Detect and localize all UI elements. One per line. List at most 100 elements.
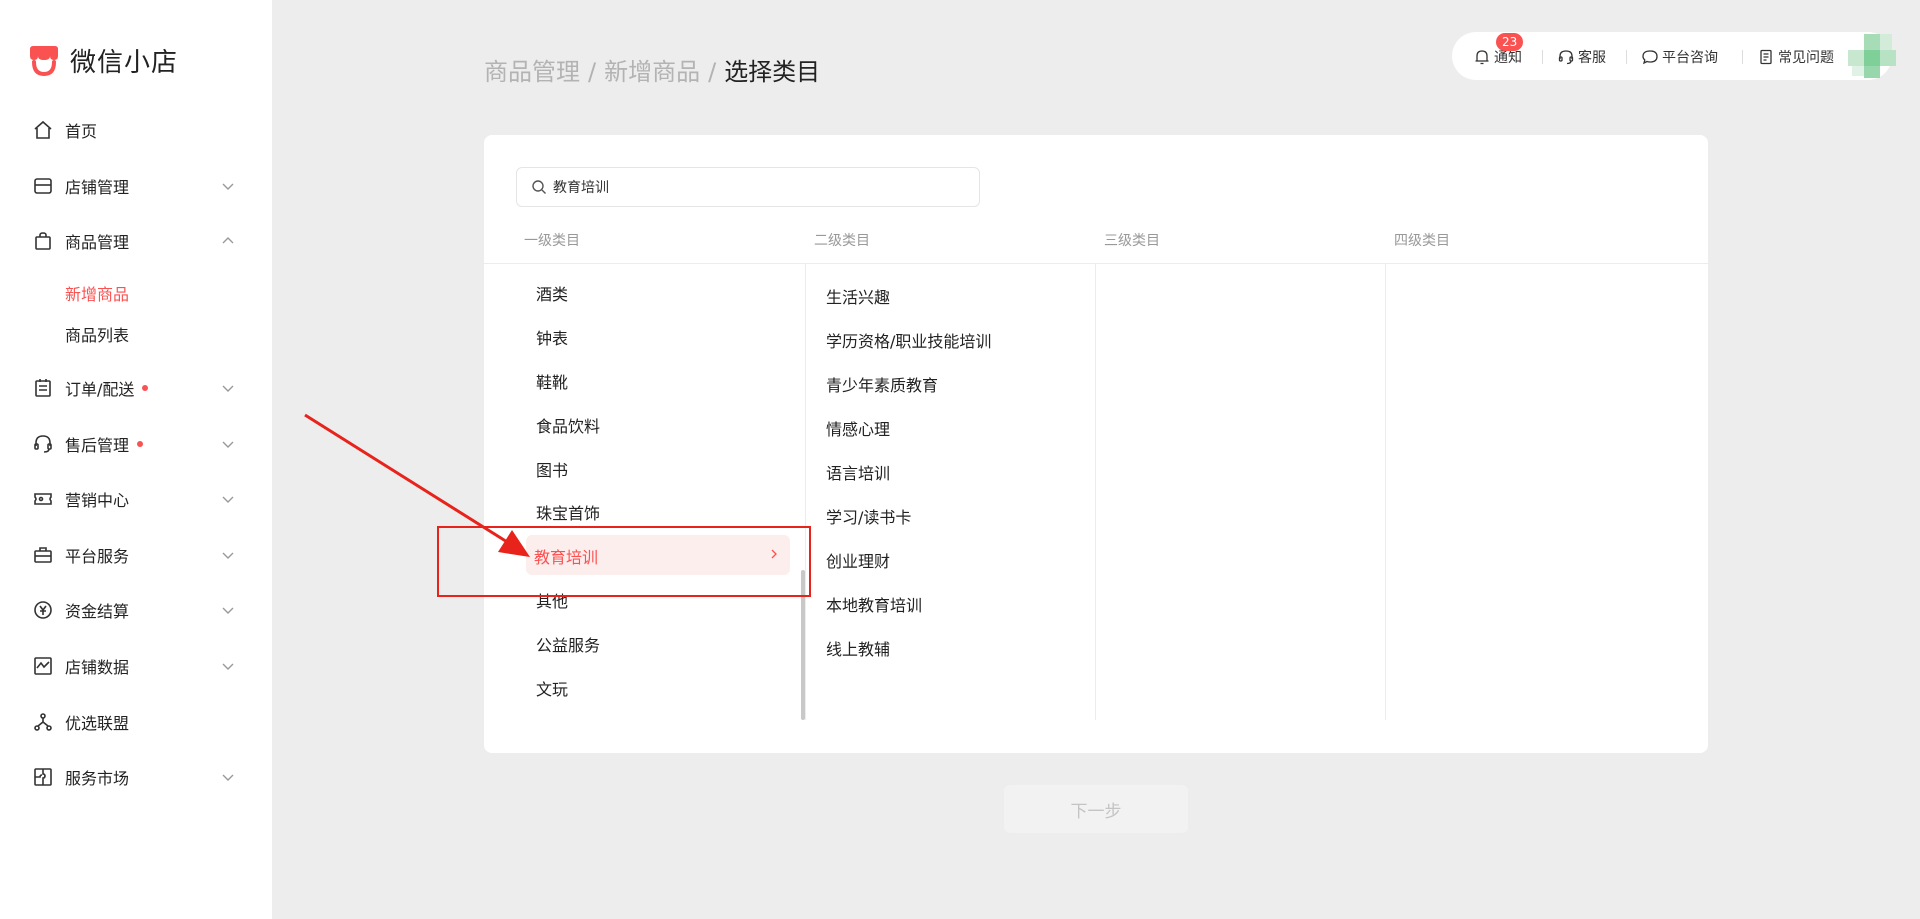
sidebar-item-settlement[interactable]: 资金结算 bbox=[0, 590, 272, 630]
breadcrumb-item[interactable]: 商品管理 bbox=[484, 58, 580, 86]
level2-category-item[interactable]: 创业理财 bbox=[826, 548, 890, 572]
sidebar-item-service-market[interactable]: 服务市场 bbox=[0, 757, 272, 797]
column-divider bbox=[805, 264, 806, 720]
puzzle-icon bbox=[32, 766, 54, 788]
headset-icon bbox=[32, 433, 54, 455]
sidebar-item-products[interactable]: 商品管理 bbox=[0, 221, 272, 261]
yuan-icon bbox=[32, 599, 54, 621]
level1-category-item[interactable]: 公益服务 bbox=[536, 632, 600, 656]
column-header-level3: 三级类目 bbox=[1104, 233, 1160, 249]
chevron-down-icon bbox=[222, 607, 234, 614]
faq-label: 常见问题 bbox=[1778, 50, 1834, 66]
sidebar-item-label: 店铺数据 bbox=[65, 658, 130, 677]
sidebar-item-store-data[interactable]: 店铺数据 bbox=[0, 646, 272, 686]
breadcrumb: 商品管理 / 新增商品 / 选择类目 bbox=[484, 52, 820, 87]
avatar[interactable] bbox=[1848, 34, 1896, 82]
column-divider bbox=[1385, 264, 1386, 720]
level2-category-item[interactable]: 线上教辅 bbox=[826, 636, 890, 660]
toolbar-divider bbox=[1742, 50, 1743, 64]
level1-category-item-selected[interactable]: 教育培训 bbox=[526, 535, 790, 575]
sidebar-item-label: 首页 bbox=[65, 122, 98, 141]
level2-category-item[interactable]: 学习/读书卡 bbox=[826, 504, 911, 528]
level1-category-item[interactable]: 珠宝首饰 bbox=[536, 500, 600, 524]
chevron-down-icon bbox=[222, 183, 234, 190]
chevron-down-icon bbox=[222, 774, 234, 781]
order-icon bbox=[32, 377, 54, 399]
bell-icon bbox=[1475, 50, 1489, 65]
level2-category-item[interactable]: 语言培训 bbox=[826, 460, 890, 484]
sidebar-item-label: 平台服务 bbox=[65, 547, 130, 566]
level2-category-item[interactable]: 青少年素质教育 bbox=[826, 372, 938, 396]
divider bbox=[484, 263, 1708, 264]
sidebar-item-label: 商品管理 bbox=[65, 233, 130, 252]
chevron-down-icon bbox=[222, 663, 234, 670]
chevron-up-icon bbox=[222, 237, 234, 244]
column-header-level2: 二级类目 bbox=[814, 233, 870, 249]
notification-dot bbox=[142, 385, 149, 391]
faq-button[interactable]: 常见问题 bbox=[1758, 47, 1834, 67]
level1-category-item[interactable]: 酒类 bbox=[536, 281, 568, 305]
briefcase-icon bbox=[32, 544, 54, 566]
category-search-input[interactable] bbox=[553, 179, 953, 195]
sidebar-item-platform-service[interactable]: 平台服务 bbox=[0, 535, 272, 575]
customer-service-label: 客服 bbox=[1578, 50, 1606, 66]
toolbar-divider bbox=[1542, 50, 1543, 64]
category-search bbox=[516, 167, 980, 207]
home-icon bbox=[32, 119, 54, 141]
brand[interactable]: 微信小店 bbox=[26, 42, 178, 79]
breadcrumb-separator: / bbox=[708, 58, 717, 86]
sidebar-subitem-add-product[interactable]: 新增商品 bbox=[65, 281, 129, 305]
shop-logo-icon bbox=[30, 45, 58, 76]
level1-category-item[interactable]: 鞋靴 bbox=[536, 369, 568, 393]
store-icon bbox=[32, 175, 54, 197]
sidebar-subitem-product-list[interactable]: 商品列表 bbox=[65, 322, 129, 346]
ticket-icon bbox=[32, 488, 54, 510]
level2-category-item[interactable]: 情感心理 bbox=[826, 416, 890, 440]
top-toolbar: 通知 23 客服 平台咨询 常见问题 bbox=[1452, 32, 1892, 80]
sidebar-item-alliance[interactable]: 优选联盟 bbox=[0, 702, 272, 742]
level2-category-item[interactable]: 生活兴趣 bbox=[826, 284, 890, 308]
level1-category-item[interactable]: 图书 bbox=[536, 457, 568, 481]
level1-category-item[interactable]: 文玩 bbox=[536, 676, 568, 700]
level1-category-item[interactable]: 其他 bbox=[536, 588, 568, 612]
level2-category-item[interactable]: 学历资格/职业技能培训 bbox=[826, 328, 991, 352]
sidebar-item-label: 营销中心 bbox=[65, 491, 130, 510]
level1-category-item[interactable]: 钟表 bbox=[536, 325, 568, 349]
sidebar-item-aftersale[interactable]: 售后管理 bbox=[0, 424, 272, 464]
level1-category-item[interactable]: 食品饮料 bbox=[536, 413, 600, 437]
headset-icon bbox=[1558, 50, 1574, 65]
sidebar-item-label: 店铺管理 bbox=[65, 178, 130, 197]
network-icon bbox=[32, 711, 54, 733]
breadcrumb-item[interactable]: 新增商品 bbox=[604, 58, 700, 86]
brand-name: 微信小店 bbox=[70, 48, 179, 78]
notification-count-badge: 23 bbox=[1496, 33, 1524, 51]
customer-service-button[interactable]: 客服 bbox=[1558, 47, 1606, 67]
chart-icon bbox=[32, 655, 54, 677]
search-icon bbox=[532, 180, 546, 194]
chevron-down-icon bbox=[222, 552, 234, 559]
selected-category-label: 教育培训 bbox=[534, 548, 599, 567]
sidebar-item-label: 服务市场 bbox=[65, 769, 130, 788]
level2-category-item[interactable]: 本地教育培训 bbox=[826, 592, 922, 616]
toolbar-divider bbox=[1626, 50, 1627, 64]
next-step-button[interactable]: 下一步 bbox=[1004, 785, 1188, 833]
category-selector-card: 一级类目 二级类目 三级类目 四级类目 酒类 钟表 鞋靴 食品饮料 图书 珠宝首… bbox=[484, 135, 1708, 753]
bag-icon bbox=[32, 230, 54, 252]
sidebar-item-label: 优选联盟 bbox=[65, 714, 130, 733]
chevron-down-icon bbox=[222, 385, 234, 392]
platform-consult-button[interactable]: 平台咨询 bbox=[1642, 47, 1718, 67]
chevron-down-icon bbox=[222, 496, 234, 503]
column-header-level4: 四级类目 bbox=[1394, 233, 1450, 249]
level1-scrollbar[interactable] bbox=[801, 570, 805, 720]
column-divider bbox=[1095, 264, 1096, 720]
chevron-down-icon bbox=[222, 441, 234, 448]
breadcrumb-separator: / bbox=[588, 58, 597, 86]
sidebar-item-orders[interactable]: 订单/配送 bbox=[0, 368, 272, 408]
page-title: 选择类目 bbox=[724, 58, 821, 86]
platform-consult-label: 平台咨询 bbox=[1662, 50, 1718, 66]
sidebar-item-store[interactable]: 店铺管理 bbox=[0, 166, 272, 206]
sidebar-item-home[interactable]: 首页 bbox=[0, 110, 272, 150]
chat-bubble-icon bbox=[1642, 50, 1658, 65]
sidebar-item-marketing[interactable]: 营销中心 bbox=[0, 479, 272, 519]
notification-button[interactable]: 通知 23 bbox=[1474, 33, 1524, 67]
